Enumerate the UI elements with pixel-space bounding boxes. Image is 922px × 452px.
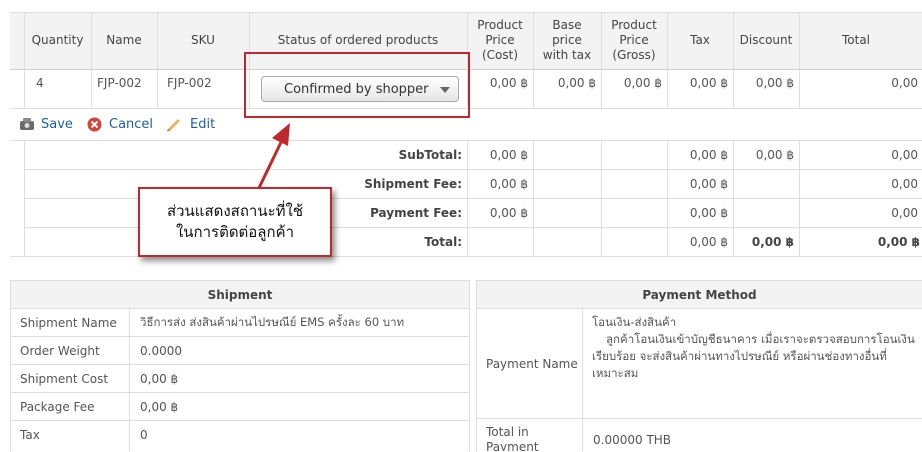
shipment-tax-label: Tax (20, 427, 40, 442)
package-fee-value: 0,00 ฿ (140, 399, 179, 414)
order-weight-label: Order Weight (20, 343, 100, 358)
order-weight-value: 0.0000 (140, 343, 182, 358)
payment-desc-line-3: เหมาะสม (592, 366, 639, 380)
payment-currency-value: 0.00000 THB (593, 433, 672, 447)
shipment-title: Shipment (11, 281, 469, 309)
payment-desc-line-2: เรียบร้อย จะส่งสินค้าผ่านทางไปรษณีย์ หรื… (592, 349, 887, 363)
shipment-name-value: วิธีการส่ง ส่งสินค้าผ่านไปรษณีย์ EMS ครั… (140, 314, 405, 329)
shipment-tax-value: 0 (140, 427, 148, 442)
payment-title: Payment Method (477, 281, 922, 309)
payment-desc-line-1: ลูกค้าโอนเงินเข้าบัญชีธนาคาร เมื่อเราจะต… (606, 332, 915, 346)
payment-currency-label: Total in Payment Currency (486, 425, 539, 451)
shipment-name-label: Shipment Name (20, 315, 117, 330)
shipment-cost-value: 0,00 ฿ (140, 371, 179, 386)
callout-line-1: ส่วนแสดงสถานะที่ใช้ (166, 202, 304, 220)
shipment-cost-label: Shipment Cost (20, 371, 109, 386)
payment-name-label: Payment Name (486, 356, 578, 371)
payment-method-title: โอนเงิน-ส่งสินค้า (592, 315, 677, 329)
callout-line-2: ในการติดต่อลูกค้า (175, 223, 295, 241)
payment-name-value: โอนเงิน-ส่งสินค้า ลูกค้าโอนเงินเข้าบัญชี… (592, 314, 918, 382)
package-fee-label: Package Fee (20, 399, 95, 414)
status-callout: ส่วนแสดงสถานะที่ใช้ ในการติดต่อลูกค้า (138, 187, 332, 257)
